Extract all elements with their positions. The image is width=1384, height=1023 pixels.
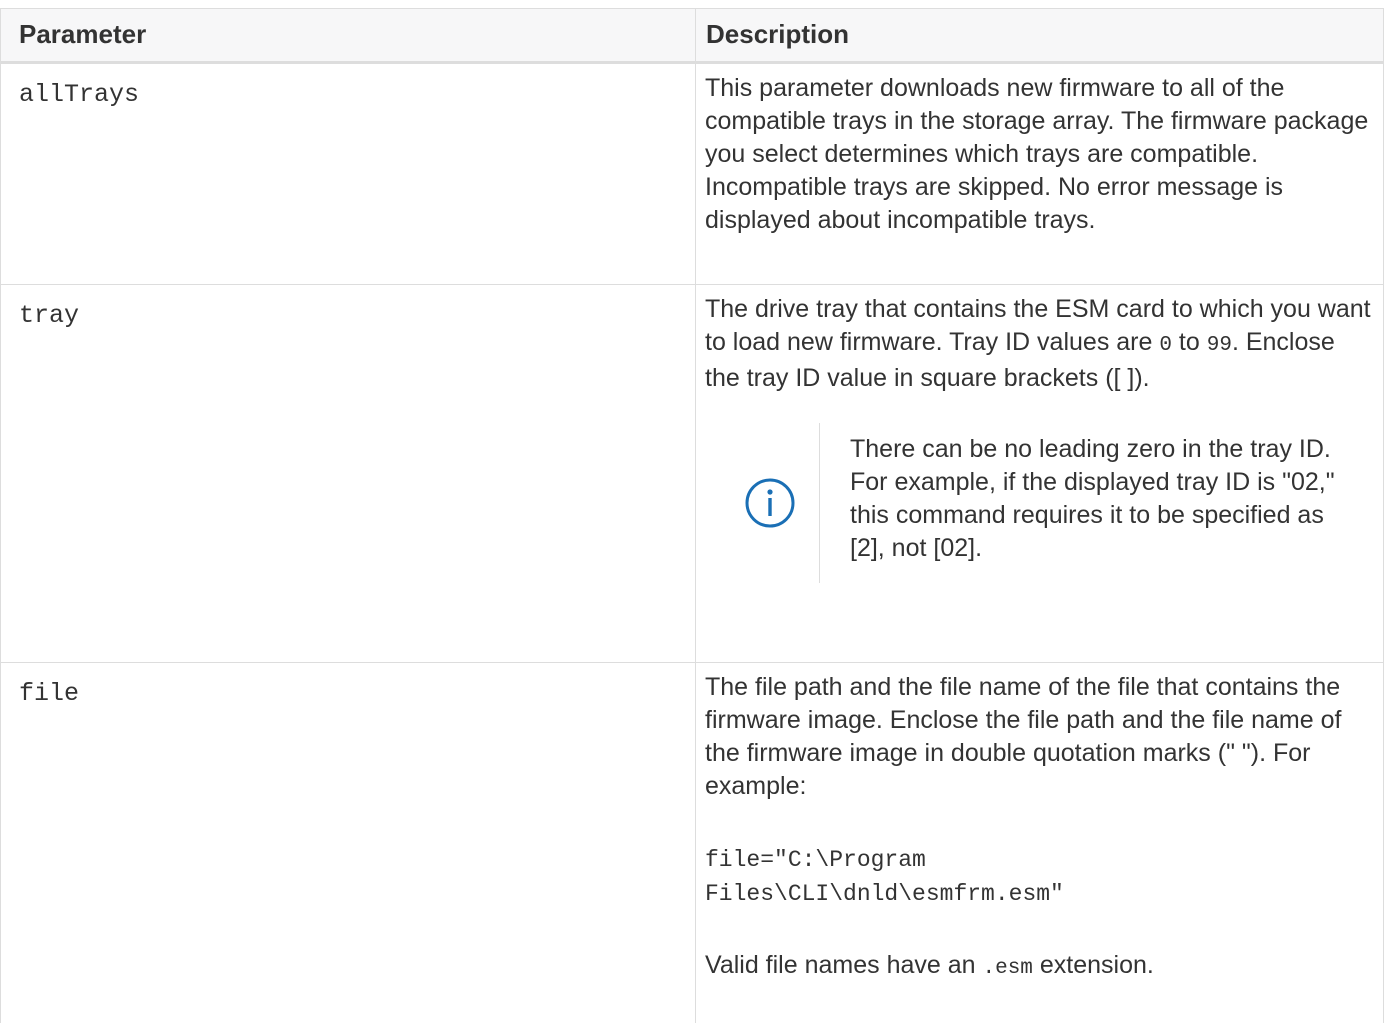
inline-code: 0 — [1159, 334, 1172, 357]
example-code-line: Files\CLI\dnld\esmfrm.esm" — [705, 881, 1064, 907]
note-text: There can be no leading zero in the tray… — [850, 435, 1335, 562]
param-desc-tray: The drive tray that contains the ESM car… — [696, 285, 1383, 662]
example-code-line: file="C:\Program — [705, 847, 926, 873]
note-icon-column — [721, 423, 820, 583]
header-description: Description — [706, 19, 850, 49]
desc-text: The drive tray that contains the ESM car… — [705, 293, 1371, 395]
parameters-table: Parameter Description allTrays This para… — [0, 8, 1384, 1023]
desc-part: extension. — [1032, 951, 1154, 979]
inline-code: 99 — [1206, 334, 1232, 357]
valid-extension-note: Valid file names have an .esm extension. — [705, 949, 1371, 985]
table-row: allTrays This parameter downloads new fi… — [1, 64, 1383, 285]
inline-code: .esm — [982, 957, 1033, 980]
param-desc-file: The file path and the file name of the f… — [696, 663, 1383, 1023]
desc-text: The file path and the file name of the f… — [705, 673, 1342, 800]
param-name-tray: tray — [1, 285, 696, 662]
note-box: There can be no leading zero in the tray… — [721, 423, 1371, 583]
param-name-alltrays: allTrays — [1, 64, 696, 284]
header-parameter: Parameter — [1, 9, 696, 61]
param-desc-alltrays: This parameter downloads new firmware to… — [696, 64, 1383, 284]
table-row: tray The drive tray that contains the ES… — [1, 285, 1383, 663]
desc-text: This parameter downloads new firmware to… — [705, 74, 1369, 234]
desc-part: to — [1171, 328, 1207, 356]
example-code-block: file="C:\Program Files\CLI\dnld\esmfrm.e… — [705, 843, 1371, 911]
param-name-file: file — [1, 663, 696, 1023]
table-header-row: Parameter Description — [1, 8, 1383, 64]
table-row: file The file path and the file name of … — [1, 663, 1383, 1023]
desc-part: Valid file names have an — [705, 951, 983, 979]
info-circle-icon — [745, 478, 795, 528]
